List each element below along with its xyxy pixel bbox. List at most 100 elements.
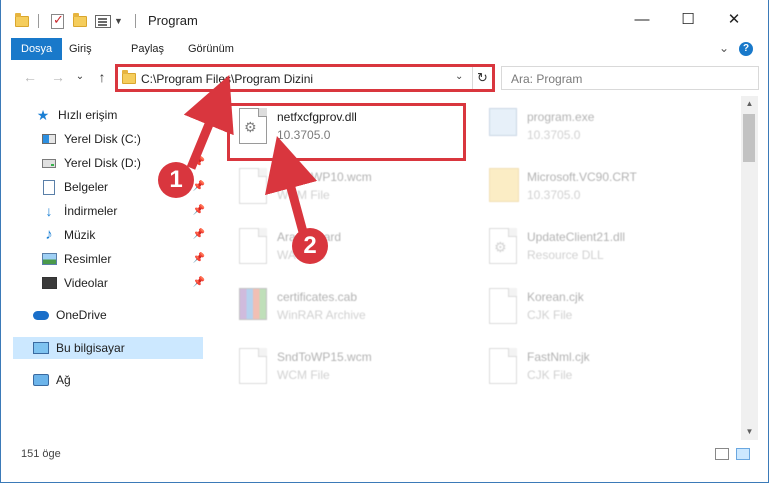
tab-gorunum[interactable]: Görünüm bbox=[178, 38, 244, 60]
pin-icon[interactable]: 📌 bbox=[193, 224, 205, 246]
nav-item-downloads[interactable]: ↓ İndirmeler 📌 bbox=[41, 200, 206, 222]
help-icon[interactable]: ? bbox=[739, 42, 753, 56]
file-type: WCM File bbox=[277, 188, 330, 202]
properties-check-icon[interactable] bbox=[51, 12, 64, 30]
nav-item-label: Yerel Disk (D:) bbox=[64, 156, 141, 170]
recent-locations-button[interactable]: ⌄ bbox=[71, 68, 89, 86]
scroll-thumb[interactable] bbox=[743, 114, 755, 162]
folder-icon bbox=[489, 168, 519, 208]
minimize-button[interactable]: — bbox=[619, 0, 665, 38]
navigation-pane: ★ Hızlı erişim Yerel Disk (C:) Yerel Dis… bbox=[1, 100, 211, 440]
callout-2: 2 bbox=[292, 228, 328, 264]
picture-icon bbox=[41, 251, 57, 267]
file-item-sndtowp15[interactable]: SndToWP15.wcm WCM File bbox=[231, 342, 481, 400]
computer-icon bbox=[33, 340, 49, 356]
nav-item-label: Resimler bbox=[64, 252, 112, 266]
nav-item-videos[interactable]: Videolar 📌 bbox=[41, 272, 205, 294]
item-count: 151 öge bbox=[21, 448, 61, 460]
file-item-updateclient21[interactable]: ⚙ UpdateClient21.dll Resource DLL bbox=[481, 222, 731, 280]
window-title: Program bbox=[148, 13, 198, 28]
nav-item-label: Ağ bbox=[56, 373, 71, 387]
file-item-program-exe[interactable]: program.exe 10.3705.0 bbox=[481, 102, 731, 160]
file-type: WCM File bbox=[277, 368, 330, 382]
nav-item-local-disk-c[interactable]: Yerel Disk (C:) bbox=[41, 128, 205, 150]
new-folder-icon[interactable] bbox=[73, 12, 87, 30]
file-version: 10.3705.0 bbox=[527, 188, 581, 202]
file-type: Resource DLL bbox=[527, 248, 604, 262]
separator bbox=[135, 12, 136, 30]
toolbar-dropdown-icon[interactable]: ▼ bbox=[114, 12, 123, 30]
tab-giris[interactable]: Giriş bbox=[59, 38, 102, 60]
search-placeholder: Ara: Program bbox=[511, 72, 583, 86]
file-icon bbox=[489, 288, 519, 328]
windows-drive-icon bbox=[41, 131, 57, 147]
file-type: CJK File bbox=[527, 308, 573, 322]
nav-item-label: İndirmeler bbox=[64, 204, 118, 218]
network-icon bbox=[33, 372, 49, 388]
pin-icon[interactable]: 📌 bbox=[193, 248, 205, 270]
pin-icon[interactable]: 📌 bbox=[193, 200, 205, 222]
customize-toolbar-icon[interactable] bbox=[95, 12, 111, 30]
nav-item-label: Belgeler bbox=[64, 180, 109, 194]
title-bar: ▼ Program — ☐ ✕ bbox=[1, 0, 768, 38]
file-item-fastnml-cjk[interactable]: FastNml.cjk CJK File bbox=[481, 342, 731, 400]
file-item-vc90-crt[interactable]: Microsoft.VC90.CRT 10.3705.0 bbox=[481, 162, 731, 220]
file-item-certificates-cab[interactable]: certificates.cab WinRAR Archive bbox=[231, 282, 481, 340]
document-icon bbox=[41, 179, 57, 195]
address-highlight-box bbox=[115, 64, 495, 92]
video-icon bbox=[41, 275, 57, 291]
tab-dosya[interactable]: Dosya bbox=[11, 38, 63, 60]
pin-icon[interactable]: 📌 bbox=[193, 176, 205, 198]
forward-button[interactable]: → bbox=[49, 68, 67, 86]
nav-item-label: Videolar bbox=[64, 276, 108, 290]
file-name: program.exe bbox=[527, 110, 595, 124]
file-highlight-box bbox=[227, 103, 466, 161]
large-icons-view-icon[interactable] bbox=[736, 448, 750, 460]
nav-item-label: OneDrive bbox=[56, 308, 107, 322]
music-icon: ♪ bbox=[45, 226, 53, 243]
file-name: Korean.cjk bbox=[527, 290, 584, 304]
file-item-hazard[interactable]: Ara_Hazard WAV File bbox=[231, 222, 481, 280]
up-button[interactable]: ↑ bbox=[93, 68, 111, 86]
file-type: CJK File bbox=[527, 368, 573, 382]
scroll-up-icon[interactable]: ▲ bbox=[741, 96, 758, 112]
nav-item-network[interactable]: Ağ bbox=[33, 369, 205, 391]
file-name: SndToWP15.wcm bbox=[277, 350, 372, 364]
vertical-scrollbar[interactable]: ▲ ▼ bbox=[741, 96, 758, 440]
star-icon: ★ bbox=[36, 107, 50, 123]
close-button[interactable]: ✕ bbox=[711, 0, 757, 38]
nav-item-onedrive[interactable]: OneDrive bbox=[33, 304, 205, 326]
ribbon-tabs: Dosya Giriş Paylaş Görünüm ⌄ ? bbox=[1, 38, 768, 60]
pin-icon[interactable]: 📌 bbox=[193, 272, 205, 294]
callout-1: 1 bbox=[158, 162, 194, 198]
nav-item-label: Hızlı erişim bbox=[58, 108, 118, 122]
tab-paylas[interactable]: Paylaş bbox=[121, 38, 174, 60]
scroll-down-icon[interactable]: ▼ bbox=[741, 424, 758, 440]
back-button[interactable]: ← bbox=[21, 68, 39, 86]
nav-item-label: Yerel Disk (C:) bbox=[64, 132, 141, 146]
file-type: WinRAR Archive bbox=[277, 308, 366, 322]
file-item-korean-cjk[interactable]: Korean.cjk CJK File bbox=[481, 282, 731, 340]
file-icon bbox=[489, 348, 519, 388]
search-input[interactable]: Ara: Program bbox=[501, 66, 759, 90]
file-icon bbox=[239, 348, 269, 388]
nav-item-label: Müzik bbox=[64, 228, 96, 242]
dll-gear-icon: ⚙ bbox=[489, 228, 519, 268]
nav-item-quick-access[interactable]: ★ Hızlı erişim bbox=[35, 104, 205, 126]
nav-item-pictures[interactable]: Resimler 📌 bbox=[41, 248, 205, 270]
expand-ribbon-icon[interactable]: ⌄ bbox=[719, 41, 729, 55]
file-version: 10.3705.0 bbox=[527, 128, 581, 142]
file-name: Microsoft.VC90.CRT bbox=[527, 170, 637, 184]
nav-item-music[interactable]: ♪ Müzik 📌 bbox=[41, 224, 205, 246]
drive-icon bbox=[41, 155, 57, 171]
maximize-button[interactable]: ☐ bbox=[665, 0, 711, 38]
file-item-sndtowp10[interactable]: SndToWP10.wcm WCM File bbox=[231, 162, 481, 220]
details-view-icon[interactable] bbox=[715, 448, 729, 460]
file-name: certificates.cab bbox=[277, 290, 358, 304]
nav-item-label: Bu bilgisayar bbox=[56, 341, 125, 355]
pin-icon[interactable]: 📌 bbox=[193, 152, 205, 174]
separator bbox=[38, 12, 39, 30]
file-name: SndToWP10.wcm bbox=[277, 170, 372, 184]
nav-item-this-pc[interactable]: Bu bilgisayar bbox=[13, 337, 203, 359]
file-icon bbox=[239, 168, 269, 208]
